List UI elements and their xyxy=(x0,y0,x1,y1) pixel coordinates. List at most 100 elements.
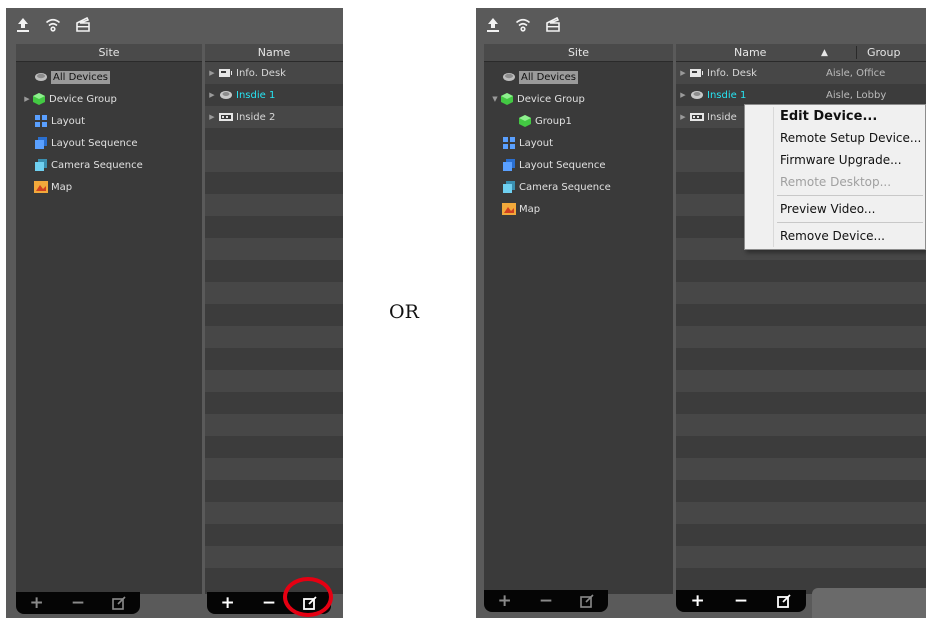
table-row xyxy=(676,282,926,304)
tree-item-device-group[interactable]: ▼ Device Group xyxy=(484,88,673,110)
table-row xyxy=(676,480,926,502)
highlight-circle xyxy=(283,577,333,617)
map-icon xyxy=(502,202,516,216)
table-row xyxy=(676,546,926,568)
layout-sequence-icon xyxy=(502,158,516,172)
edit-site-button[interactable] xyxy=(110,594,128,612)
edit-device-button[interactable] xyxy=(775,592,793,610)
table-row[interactable]: ▶ Insdie 1 xyxy=(205,84,343,106)
expand-arrow-icon[interactable]: ▶ xyxy=(676,113,690,121)
tree-item-map[interactable]: Map xyxy=(484,198,673,220)
table-row xyxy=(205,392,343,414)
site-actions-bar: + − xyxy=(484,590,608,612)
name-column-header[interactable]: Name xyxy=(205,44,343,62)
layout-icon xyxy=(502,136,516,150)
table-row xyxy=(676,326,926,348)
table-row xyxy=(676,524,926,546)
camera-sequence-icon xyxy=(34,158,48,172)
remove-device-button[interactable]: − xyxy=(732,592,750,610)
tree-item-label: Map xyxy=(51,181,73,193)
dvr-icon xyxy=(690,68,704,78)
device-actions-bar: + − xyxy=(676,590,806,612)
remove-device-button[interactable]: − xyxy=(260,594,278,612)
site-column: Site All Devices ▶ Device Group Layout L… xyxy=(16,44,202,594)
tree-item-map[interactable]: Map xyxy=(16,176,202,198)
menu-item-firmware-upgrade[interactable]: Firmware Upgrade... xyxy=(745,149,925,171)
menu-item-remove-device[interactable]: Remove Device... xyxy=(745,225,925,247)
table-row[interactable]: ▶ Inside 2 xyxy=(205,106,343,128)
menu-item-remote-setup-device[interactable]: Remote Setup Device... xyxy=(745,127,925,149)
tree-item-group1[interactable]: Group1 xyxy=(484,110,673,132)
nvr-icon xyxy=(219,112,233,122)
tree-item-camera-sequence[interactable]: Camera Sequence xyxy=(484,176,673,198)
toolbar xyxy=(476,8,562,42)
site-tree: All Devices ▶ Device Group Layout Layout… xyxy=(16,62,202,198)
remove-site-button[interactable]: − xyxy=(69,594,87,612)
wifi-icon[interactable] xyxy=(44,16,62,34)
tree-item-layout-sequence[interactable]: Layout Sequence xyxy=(16,132,202,154)
expand-arrow-icon[interactable]: ▶ xyxy=(676,69,690,77)
expand-arrow-icon[interactable]: ▶ xyxy=(22,95,32,103)
device-manager-panel-left: Site All Devices ▶ Device Group Layout L… xyxy=(6,8,343,618)
tree-item-device-group[interactable]: ▶ Device Group xyxy=(16,88,202,110)
camera-icon xyxy=(219,90,233,100)
device-group-cell: Aisle, Office xyxy=(826,67,886,79)
site-column-header[interactable]: Site xyxy=(484,44,673,62)
tree-item-all-devices[interactable]: All Devices xyxy=(484,66,673,88)
device-name: Inside 2 xyxy=(236,111,276,123)
expand-arrow-icon[interactable]: ▶ xyxy=(676,91,690,99)
expand-arrow-icon[interactable]: ▶ xyxy=(205,69,219,77)
collapse-arrow-icon[interactable]: ▼ xyxy=(490,95,500,103)
device-group-icon xyxy=(32,92,46,106)
tree-item-all-devices[interactable]: All Devices xyxy=(16,66,202,88)
tree-item-label: Group1 xyxy=(535,115,572,127)
eject-icon[interactable] xyxy=(74,16,92,34)
dvr-icon xyxy=(219,68,233,78)
bottom-tab-area xyxy=(812,588,926,618)
table-row[interactable]: ▶ Info. Desk Aisle, Office xyxy=(676,62,926,84)
remove-site-button[interactable]: − xyxy=(537,592,555,610)
edit-site-button[interactable] xyxy=(578,592,596,610)
device-group-icon xyxy=(500,92,514,106)
table-row xyxy=(676,502,926,524)
upload-icon[interactable] xyxy=(484,16,502,34)
site-column-header[interactable]: Site xyxy=(16,44,202,62)
device-group-cell: Aisle, Lobby xyxy=(826,89,887,101)
menu-item-edit-device[interactable]: Edit Device... xyxy=(745,105,925,127)
sort-ascending-icon[interactable]: ▲ xyxy=(821,48,828,58)
eject-icon[interactable] xyxy=(544,16,562,34)
add-device-button[interactable]: + xyxy=(689,592,707,610)
table-row xyxy=(205,436,343,458)
edit-icon xyxy=(580,594,594,608)
add-site-button[interactable]: + xyxy=(496,592,514,610)
table-row xyxy=(205,172,343,194)
expand-arrow-icon[interactable]: ▶ xyxy=(205,91,219,99)
menu-item-preview-video[interactable]: Preview Video... xyxy=(745,198,925,220)
table-row xyxy=(205,216,343,238)
upload-icon[interactable] xyxy=(14,16,32,34)
table-row[interactable]: ▶ Insdie 1 Aisle, Lobby xyxy=(676,84,926,106)
name-header-label[interactable]: Name xyxy=(734,46,766,59)
tree-item-layout[interactable]: Layout xyxy=(16,110,202,132)
table-row xyxy=(205,546,343,568)
table-row[interactable]: ▶ Info. Desk xyxy=(205,62,343,84)
add-site-button[interactable]: + xyxy=(28,594,46,612)
group-header-label[interactable]: Group xyxy=(856,46,901,59)
name-column-header: Name ▲ Group xyxy=(676,44,926,62)
nvr-icon xyxy=(690,112,704,122)
expand-arrow-icon[interactable]: ▶ xyxy=(205,113,219,121)
device-name: Insdie 1 xyxy=(707,89,747,101)
table-row xyxy=(676,568,926,590)
table-row xyxy=(205,282,343,304)
tree-item-label: Layout xyxy=(519,137,553,149)
tree-item-camera-sequence[interactable]: Camera Sequence xyxy=(16,154,202,176)
tree-item-layout-sequence[interactable]: Layout Sequence xyxy=(484,154,673,176)
tree-item-layout[interactable]: Layout xyxy=(484,132,673,154)
name-column: Name ▶ Info. Desk ▶ Insdie 1 ▶ Inside 2 xyxy=(205,44,343,594)
add-device-button[interactable]: + xyxy=(219,594,237,612)
menu-separator xyxy=(777,195,923,196)
tree-item-label: Camera Sequence xyxy=(519,181,611,193)
table-row xyxy=(205,238,343,260)
wifi-icon[interactable] xyxy=(514,16,532,34)
menu-separator xyxy=(777,222,923,223)
